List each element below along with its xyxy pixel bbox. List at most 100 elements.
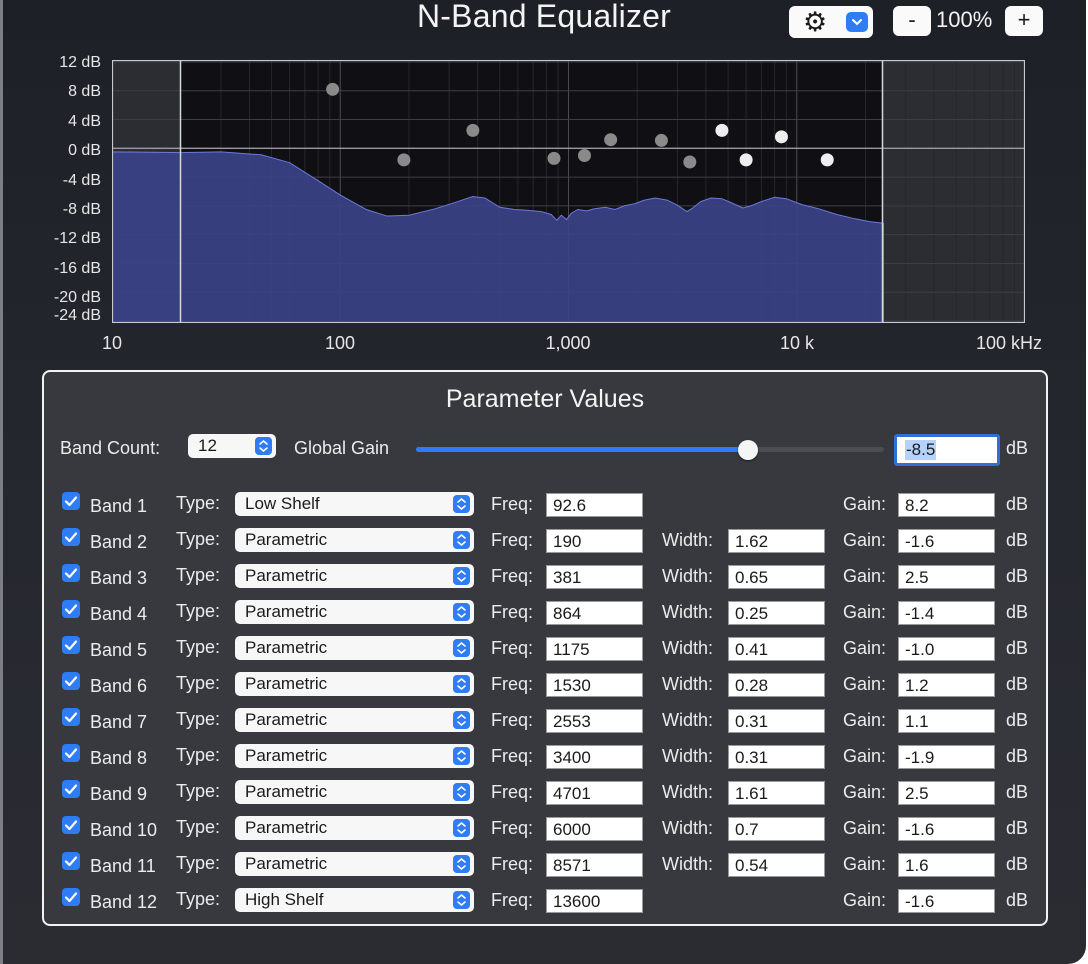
band-width-field[interactable]: 0.65 (728, 565, 825, 589)
band-freq-field[interactable]: 1530 (546, 673, 643, 697)
band-freq-field[interactable]: 864 (546, 601, 643, 625)
band-gain-field[interactable]: 2.5 (898, 565, 995, 589)
freq-label: Freq: (491, 854, 534, 874)
checkmark-icon (64, 496, 78, 507)
band-type-value: Low Shelf (245, 494, 320, 513)
band-type-select[interactable]: Parametric (235, 636, 474, 660)
band-type-select[interactable]: Low Shelf (235, 492, 474, 516)
band-freq-field[interactable]: 6000 (546, 817, 643, 841)
band-name: Band 10 (90, 820, 158, 840)
band-handle[interactable] (397, 153, 411, 167)
band-count-select[interactable]: 12 (188, 434, 276, 458)
band-type-select[interactable]: Parametric (235, 564, 474, 588)
band-enabled-checkbox[interactable] (62, 744, 80, 762)
zoom-out-button[interactable]: - (893, 6, 931, 36)
global-gain-label: Global Gain (294, 438, 390, 458)
settings-menu-button[interactable]: ⚙ (789, 6, 873, 38)
band-width-field[interactable]: 0.54 (728, 853, 825, 877)
band-name: Band 12 (90, 892, 158, 912)
freq-label: Freq: (491, 494, 534, 514)
band-width-field[interactable]: 0.41 (728, 637, 825, 661)
frequency-response-graph[interactable] (112, 60, 1025, 323)
band-handle[interactable] (774, 130, 788, 144)
band-width-field[interactable]: 0.28 (728, 673, 825, 697)
band-enabled-checkbox[interactable] (62, 672, 80, 690)
freq-label: Freq: (491, 674, 534, 694)
band-gain-field[interactable]: -1.0 (898, 637, 995, 661)
band-type-value: Parametric (245, 854, 328, 873)
band-enabled-checkbox[interactable] (62, 492, 80, 510)
band-freq-field[interactable]: 190 (546, 529, 643, 553)
band-type-select[interactable]: Parametric (235, 528, 474, 552)
band-enabled-checkbox[interactable] (62, 852, 80, 870)
band-gain-field[interactable]: -1.6 (898, 817, 995, 841)
band-enabled-checkbox[interactable] (62, 708, 80, 726)
width-label: Width: (662, 854, 714, 874)
band-gain-field[interactable]: -1.9 (898, 745, 995, 769)
global-gain-slider-knob[interactable] (738, 440, 759, 460)
band-type-select[interactable]: Parametric (235, 708, 474, 732)
band-gain-field[interactable]: -1.4 (898, 601, 995, 625)
band-handle[interactable] (820, 153, 834, 167)
band-gain-field[interactable]: 1.6 (898, 853, 995, 877)
band-enabled-checkbox[interactable] (62, 780, 80, 798)
select-stepper-icon (255, 437, 272, 455)
band-width-field[interactable]: 1.61 (728, 781, 825, 805)
band-type-select[interactable]: Parametric (235, 744, 474, 768)
width-label: Width: (662, 638, 714, 658)
y-axis-tick-label: 0 dB (68, 142, 101, 160)
y-axis-tick-label: -24 dB (53, 307, 101, 324)
band-freq-field[interactable]: 13600 (546, 889, 643, 913)
band-type-select[interactable]: Parametric (235, 780, 474, 804)
band-gain-field[interactable]: -1.6 (898, 529, 995, 553)
band-type-value: Parametric (245, 530, 328, 549)
type-label: Type: (176, 565, 221, 585)
x-axis-tick-label: 10 k (779, 333, 815, 353)
global-gain-field[interactable]: -8.5 (894, 434, 1000, 466)
band-handle[interactable] (683, 155, 697, 169)
band-gain-field[interactable]: 8.2 (898, 493, 995, 517)
band-enabled-checkbox[interactable] (62, 816, 80, 834)
zoom-in-button[interactable]: + (1005, 6, 1043, 36)
gain-label: Gain: (843, 674, 887, 694)
band-width-field[interactable]: 0.31 (728, 745, 825, 769)
band-type-select[interactable]: Parametric (235, 600, 474, 624)
band-handle[interactable] (654, 133, 668, 147)
band-gain-field[interactable]: -1.6 (898, 889, 995, 913)
band-freq-field[interactable]: 92.6 (546, 493, 643, 517)
band-handle[interactable] (466, 123, 480, 137)
band-freq-field[interactable]: 1175 (546, 637, 643, 661)
checkmark-icon (64, 532, 78, 543)
band-width-field[interactable]: 0.7 (728, 817, 825, 841)
band-freq-field[interactable]: 4701 (546, 781, 643, 805)
gain-label: Gain: (843, 602, 887, 622)
band-type-select[interactable]: High Shelf (235, 888, 474, 912)
checkmark-icon (64, 748, 78, 759)
band-freq-field[interactable]: 381 (546, 565, 643, 589)
band-type-select[interactable]: Parametric (235, 852, 474, 876)
band-handle[interactable] (604, 133, 618, 147)
global-gain-slider[interactable] (416, 440, 884, 460)
band-width-field[interactable]: 1.62 (728, 529, 825, 553)
band-enabled-checkbox[interactable] (62, 888, 80, 906)
gear-icon: ⚙ (803, 7, 828, 37)
band-enabled-checkbox[interactable] (62, 528, 80, 546)
band-freq-field[interactable]: 8571 (546, 853, 643, 877)
band-handle[interactable] (739, 153, 753, 167)
band-gain-field[interactable]: 2.5 (898, 781, 995, 805)
band-type-select[interactable]: Parametric (235, 672, 474, 696)
band-width-field[interactable]: 0.25 (728, 601, 825, 625)
band-type-select[interactable]: Parametric (235, 816, 474, 840)
band-handle[interactable] (326, 82, 340, 96)
band-handle[interactable] (577, 149, 591, 163)
band-enabled-checkbox[interactable] (62, 636, 80, 654)
band-handle[interactable] (715, 123, 729, 137)
band-freq-field[interactable]: 2553 (546, 709, 643, 733)
band-width-field[interactable]: 0.31 (728, 709, 825, 733)
band-gain-field[interactable]: 1.2 (898, 673, 995, 697)
band-enabled-checkbox[interactable] (62, 600, 80, 618)
band-freq-field[interactable]: 3400 (546, 745, 643, 769)
band-enabled-checkbox[interactable] (62, 564, 80, 582)
band-handle[interactable] (547, 151, 561, 165)
band-gain-field[interactable]: 1.1 (898, 709, 995, 733)
